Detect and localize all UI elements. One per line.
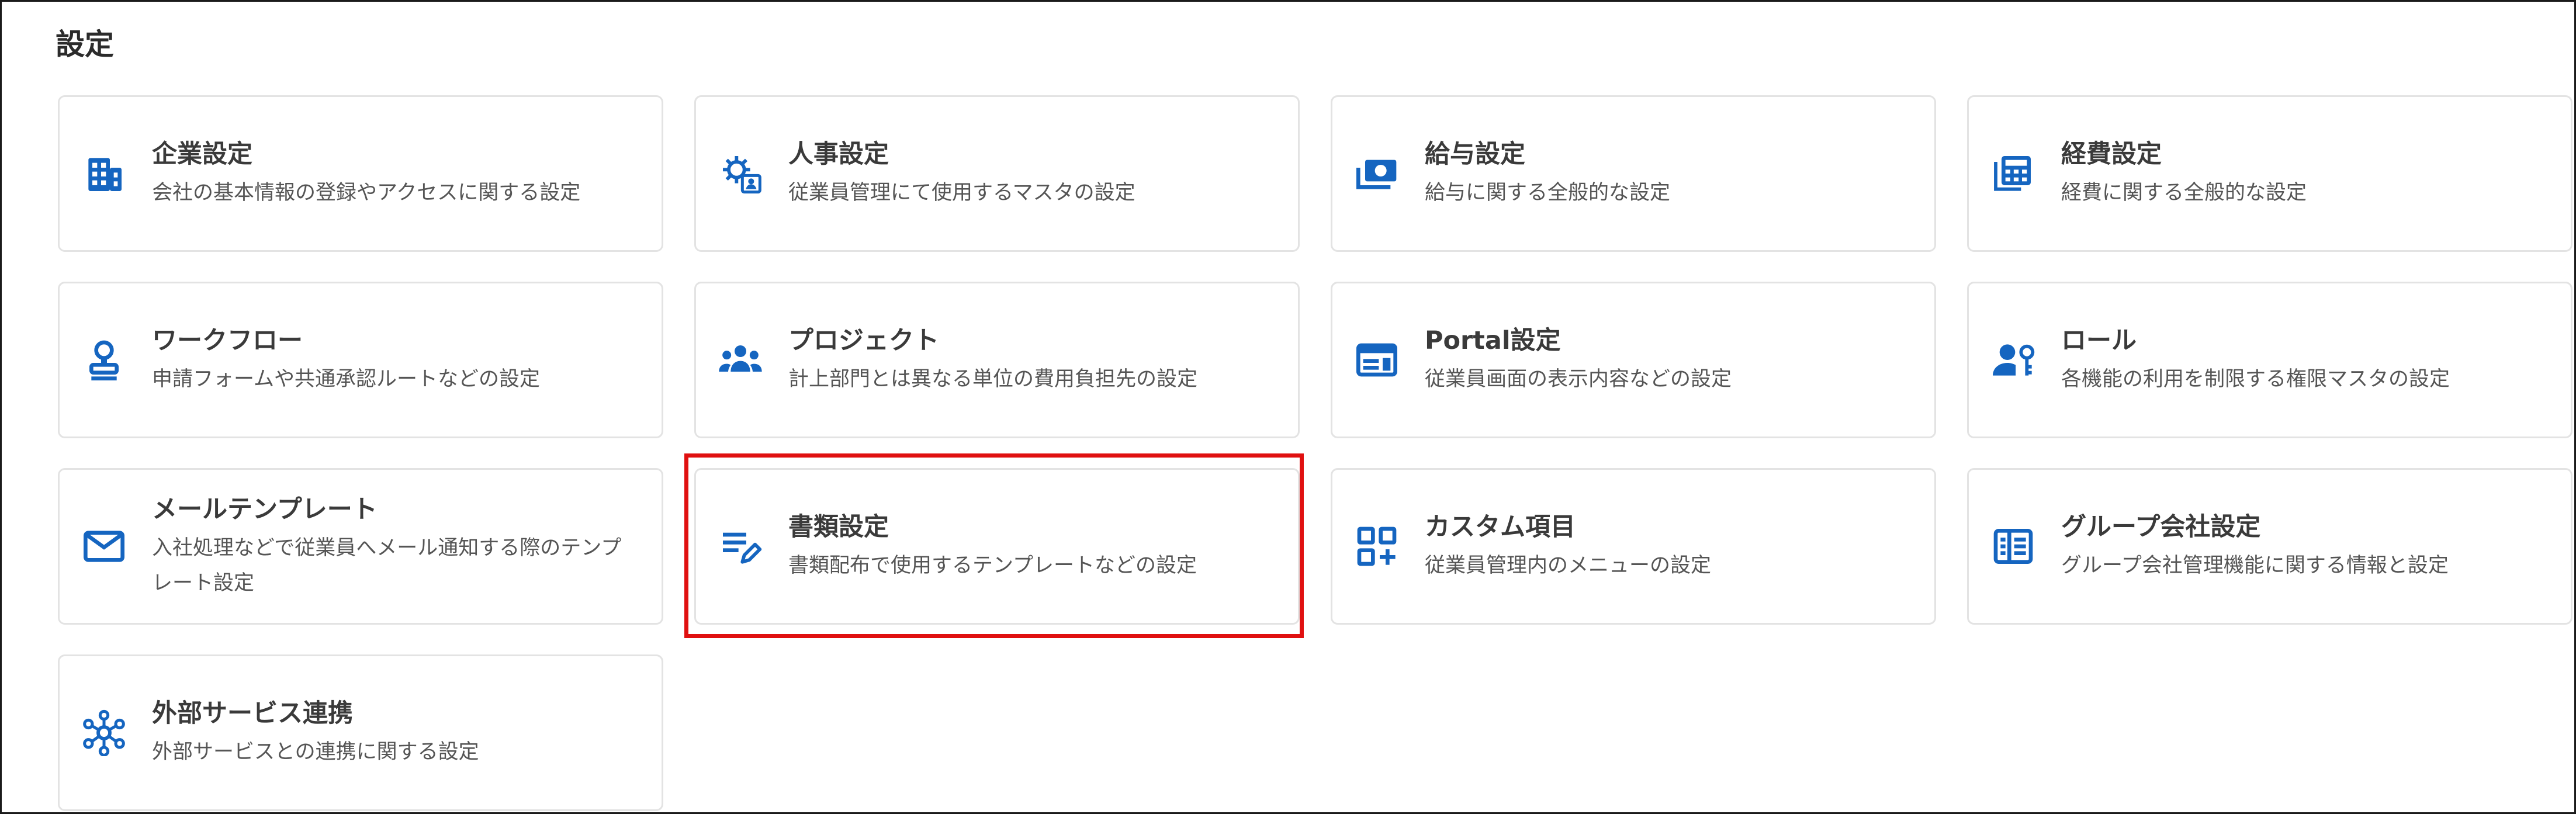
card-description: 書類配布で使用するテンプレートなどの設定: [788, 554, 1197, 577]
card-description: 従業員管理内のメニューの設定: [1425, 554, 1712, 577]
card-description: 会社の基本情報の登録やアクセスに関する設定: [152, 181, 581, 205]
card-mail-template[interactable]: メールテンプレート 入社処理などで従業員へメール通知する際のテンプレート設定: [58, 468, 663, 625]
card-title: メールテンプレート: [152, 495, 378, 524]
card-title: Portal設定: [1425, 326, 1561, 355]
page-title: 設定: [56, 27, 114, 61]
payments-icon: [1353, 150, 1400, 197]
person-key-icon: [1990, 337, 2037, 383]
card-payroll-settings[interactable]: 給与設定 給与に関する全般的な設定: [1331, 95, 1936, 252]
card-description: 経費に関する全般的な設定: [2061, 181, 2307, 205]
card-description: 各機能の利用を制限する権限マスタの設定: [2061, 368, 2450, 391]
card-description: 従業員画面の表示内容などの設定: [1425, 368, 1732, 391]
card-group-company-settings[interactable]: グループ会社設定 グループ会社管理機能に関する情報と設定: [1967, 468, 2572, 625]
card-title: プロジェクト: [788, 326, 939, 355]
people-gear-icon: [717, 150, 764, 197]
add-grid-icon: [1353, 523, 1400, 570]
stamp-icon: [81, 337, 127, 383]
card-role[interactable]: ロール 各機能の利用を制限する権限マスタの設定: [1967, 282, 2572, 438]
card-document-settings[interactable]: 書類設定 書類配布で使用するテンプレートなどの設定: [694, 468, 1300, 625]
card-description: 従業員管理にて使用するマスタの設定: [788, 181, 1135, 205]
edit-note-icon: [717, 523, 764, 570]
card-title: 企業設定: [152, 140, 252, 169]
card-title: カスタム項目: [1425, 512, 1576, 542]
card-title: ロール: [2061, 326, 2137, 355]
card-title: 人事設定: [788, 140, 889, 169]
settings-panel: 設定 企業設定 会社の基本情報の登録やアクセスに関する設定 人事設定 従業員管理…: [0, 0, 2576, 814]
card-description: 入社処理などで従業員へメール通知する際のテンプレート設定: [152, 536, 622, 595]
groups-icon: [717, 337, 764, 383]
card-title: 給与設定: [1425, 140, 1525, 169]
card-title: ワークフロー: [152, 326, 303, 355]
mail-icon: [81, 523, 127, 570]
portal-icon: [1353, 337, 1400, 383]
card-company-settings[interactable]: 企業設定 会社の基本情報の登録やアクセスに関する設定: [58, 95, 663, 252]
card-title: 経費設定: [2061, 140, 2162, 169]
settings-card-grid: 企業設定 会社の基本情報の登録やアクセスに関する設定 人事設定 従業員管理にて使…: [58, 95, 2572, 811]
card-hr-settings[interactable]: 人事設定 従業員管理にて使用するマスタの設定: [694, 95, 1300, 252]
card-description: 給与に関する全般的な設定: [1425, 181, 1671, 205]
card-portal-settings[interactable]: Portal設定 従業員画面の表示内容などの設定: [1331, 282, 1936, 438]
card-workflow[interactable]: ワークフロー 申請フォームや共通承認ルートなどの設定: [58, 282, 663, 438]
hub-icon: [81, 709, 127, 756]
card-description: 申請フォームや共通承認ルートなどの設定: [152, 368, 540, 391]
building-icon: [81, 150, 127, 197]
card-description: グループ会社管理機能に関する情報と設定: [2061, 554, 2449, 577]
card-title: グループ会社設定: [2061, 512, 2261, 542]
calculator-icon: [1990, 150, 2037, 197]
card-custom-fields[interactable]: カスタム項目 従業員管理内のメニューの設定: [1331, 468, 1936, 625]
card-expense-settings[interactable]: 経費設定 経費に関する全般的な設定: [1967, 95, 2572, 252]
card-description: 外部サービスとの連携に関する設定: [152, 740, 479, 764]
card-external-service[interactable]: 外部サービス連携 外部サービスとの連携に関する設定: [58, 654, 663, 811]
card-description: 計上部門とは異なる単位の費用負担先の設定: [788, 368, 1198, 391]
card-title: 外部サービス連携: [152, 699, 353, 728]
card-project[interactable]: プロジェクト 計上部門とは異なる単位の費用負担先の設定: [694, 282, 1300, 438]
group-company-icon: [1990, 523, 2037, 570]
card-title: 書類設定: [788, 512, 889, 542]
